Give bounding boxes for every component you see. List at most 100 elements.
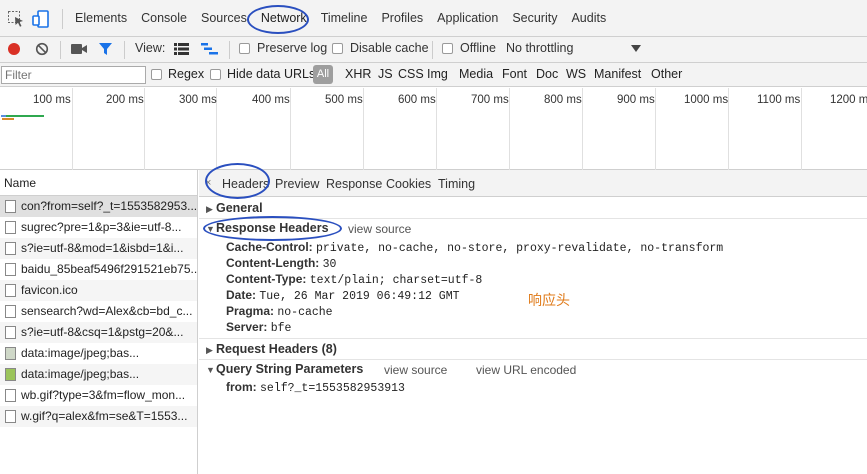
- filter-media[interactable]: Media: [459, 67, 493, 81]
- filter-manifest[interactable]: Manifest: [594, 67, 641, 81]
- document-icon: [5, 284, 16, 297]
- triangle-right-icon: ▶: [206, 204, 213, 214]
- tab-response[interactable]: Response: [326, 177, 382, 191]
- hide-data-urls-label: Hide data URLs: [227, 67, 316, 81]
- record-icon[interactable]: [7, 42, 21, 56]
- response-headers-toggle[interactable]: ▼Response Headers: [206, 221, 329, 235]
- filter-input[interactable]: [1, 66, 146, 84]
- disable-cache-checkbox[interactable]: [332, 43, 343, 54]
- overview-waterfall-bar: [6, 115, 44, 117]
- tab-timeline[interactable]: Timeline: [314, 0, 375, 37]
- image-icon: [5, 368, 16, 381]
- tab-cookies[interactable]: Cookies: [386, 177, 431, 191]
- large-rows-icon[interactable]: [174, 43, 189, 55]
- overview-waterfall-bar: [2, 118, 14, 120]
- list-item[interactable]: favicon.ico: [0, 280, 197, 301]
- offline-label: Offline: [460, 41, 496, 55]
- list-item[interactable]: s?ie=utf-8&csq=1&pstg=20&...: [0, 322, 197, 343]
- list-item[interactable]: data:image/jpeg;bas...: [0, 364, 197, 385]
- overview-tick: 700 ms: [471, 94, 509, 106]
- list-item[interactable]: sensearch?wd=Alex&cb=bd_c...: [0, 301, 197, 322]
- timeline-overview[interactable]: 100 ms 200 ms 300 ms 400 ms 500 ms 600 m…: [0, 88, 867, 170]
- offline-checkbox[interactable]: [442, 43, 453, 54]
- response-header-row: Pragma: no-cache: [226, 304, 333, 319]
- overview-tick: 100 ms: [33, 94, 71, 106]
- filter-font[interactable]: Font: [502, 67, 527, 81]
- devtools-tabs: Elements Console Sources Network Timelin…: [68, 0, 613, 37]
- overview-tick: 800 ms: [544, 94, 582, 106]
- filter-icon[interactable]: [98, 42, 113, 56]
- filter-doc[interactable]: Doc: [536, 67, 558, 81]
- document-icon: [5, 221, 16, 234]
- overview-tick: 400 ms: [252, 94, 290, 106]
- device-toolbar-icon[interactable]: [32, 10, 50, 28]
- list-item[interactable]: wb.gif?type=3&fm=flow_mon...: [0, 385, 197, 406]
- query-param-row: from: self?_t=1553582953913: [226, 380, 405, 395]
- hide-data-urls-checkbox[interactable]: [210, 69, 221, 80]
- tab-network[interactable]: Network: [254, 0, 314, 37]
- tab-application[interactable]: Application: [430, 0, 505, 37]
- triangle-right-icon: ▶: [206, 345, 213, 355]
- annotation-label: 响应头: [528, 292, 570, 308]
- overview-tick: 1100 ms: [757, 94, 801, 106]
- response-header-row: Cache-Control: private, no-cache, no-sto…: [226, 240, 724, 255]
- list-item[interactable]: data:image/jpeg;bas...: [0, 343, 197, 364]
- tab-elements[interactable]: Elements: [68, 0, 134, 37]
- throttling-select[interactable]: No throttling: [506, 41, 573, 55]
- overview-tick: 300 ms: [179, 94, 217, 106]
- filter-img[interactable]: Img: [427, 67, 448, 81]
- list-item[interactable]: sugrec?pre=1&p=3&ie=utf-8...: [0, 217, 197, 238]
- filter-css[interactable]: CSS: [398, 67, 424, 81]
- name-column-header[interactable]: Name: [0, 170, 197, 196]
- details-tabbar: × Headers Preview Response Cookies Timin…: [199, 170, 867, 197]
- filter-other[interactable]: Other: [651, 67, 682, 81]
- query-string-toggle[interactable]: ▼Query String Parameters: [206, 362, 363, 376]
- preserve-log-label: Preserve log: [257, 41, 328, 55]
- inspect-element-icon[interactable]: [7, 10, 25, 28]
- disable-cache-label: Disable cache: [350, 41, 429, 55]
- regex-checkbox[interactable]: [151, 69, 162, 80]
- tabbar-divider: [62, 9, 63, 29]
- tab-audits[interactable]: Audits: [564, 0, 613, 37]
- list-item[interactable]: baidu_85beaf5496f291521eb75...: [0, 259, 197, 280]
- document-icon: [5, 305, 16, 318]
- network-toolbar: View: Preserve log Disable cache Offline…: [0, 37, 867, 63]
- list-item[interactable]: w.gif?q=alex&fm=se&T=1553...: [0, 406, 197, 427]
- list-item[interactable]: con?from=self?_t=1553582953...: [0, 196, 197, 217]
- list-item[interactable]: s?ie=utf-8&mod=1&isbd=1&i...: [0, 238, 197, 259]
- document-icon: [5, 410, 16, 423]
- preserve-log-checkbox[interactable]: [239, 43, 250, 54]
- overview-tick: 1200 m: [830, 94, 867, 106]
- clear-icon[interactable]: [35, 42, 49, 56]
- image-icon: [5, 347, 16, 360]
- capture-screenshots-icon[interactable]: [71, 43, 88, 55]
- devtools-tabbar: Elements Console Sources Network Timelin…: [0, 0, 867, 37]
- tab-preview[interactable]: Preview: [275, 177, 319, 191]
- waterfall-overview-icon[interactable]: [201, 43, 218, 55]
- tab-timing[interactable]: Timing: [438, 177, 475, 191]
- overview-tick: 200 ms: [106, 94, 144, 106]
- query-view-source-link[interactable]: view source: [384, 363, 447, 377]
- response-view-source-link[interactable]: view source: [348, 222, 411, 236]
- triangle-down-icon: ▼: [206, 224, 215, 234]
- overview-tick: 600 ms: [398, 94, 436, 106]
- tab-headers[interactable]: Headers: [222, 177, 269, 191]
- tab-security[interactable]: Security: [505, 0, 564, 37]
- general-section-toggle[interactable]: ▶ General: [206, 201, 263, 215]
- chevron-down-icon[interactable]: [631, 45, 641, 53]
- request-headers-toggle[interactable]: ▶ Request Headers (8): [206, 342, 337, 356]
- document-icon: [5, 326, 16, 339]
- view-url-encoded-link[interactable]: view URL encoded: [476, 363, 576, 377]
- close-icon[interactable]: ×: [205, 177, 211, 189]
- filter-ws[interactable]: WS: [566, 67, 586, 81]
- filter-all-button[interactable]: All: [313, 65, 333, 84]
- response-header-row: Content-Type: text/plain; charset=utf-8: [226, 272, 483, 287]
- filter-js[interactable]: JS: [378, 67, 393, 81]
- document-icon: [5, 263, 16, 276]
- request-details-panel: × Headers Preview Response Cookies Timin…: [199, 163, 867, 474]
- tab-console[interactable]: Console: [134, 0, 194, 37]
- tab-profiles[interactable]: Profiles: [374, 0, 430, 37]
- tab-sources[interactable]: Sources: [194, 0, 254, 37]
- filter-xhr[interactable]: XHR: [345, 67, 371, 81]
- overview-tick: 1000 ms: [684, 94, 729, 106]
